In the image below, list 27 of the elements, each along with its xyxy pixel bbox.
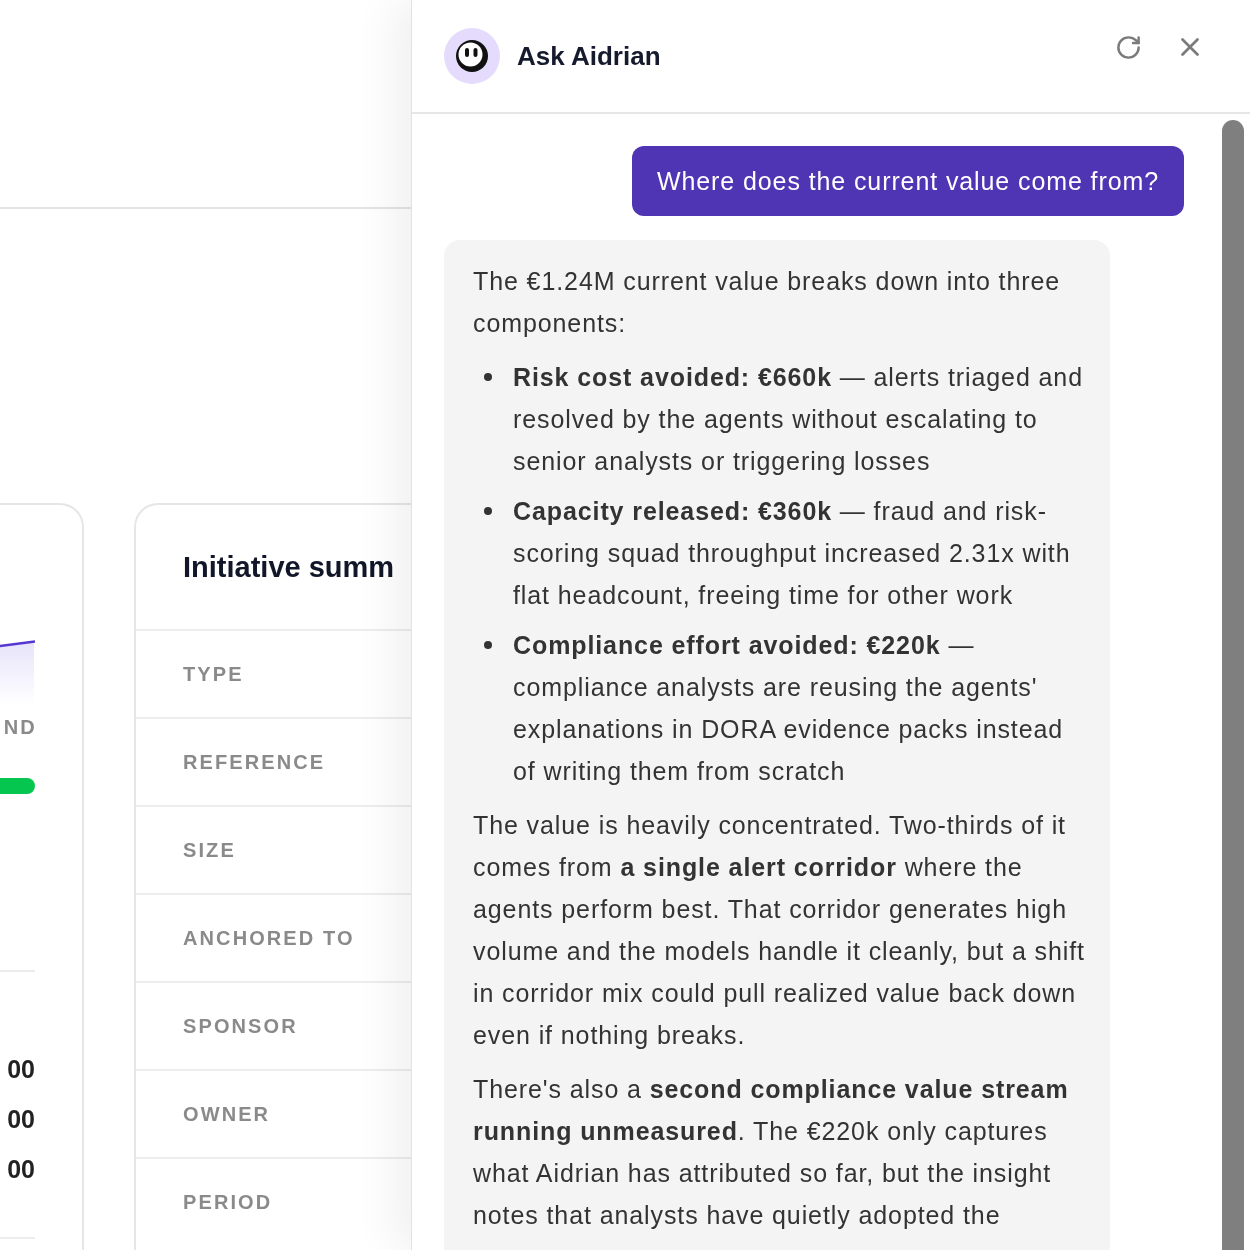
- bullet-icon: [484, 507, 492, 515]
- refresh-icon: [1114, 33, 1142, 61]
- axis-label: ND: [3, 715, 37, 739]
- list-item-text: Risk cost avoided: €660k — alerts triaged and resolved by the agents without escalating to senior analysts or triggering losses: [513, 362, 1084, 477]
- bullet-icon: [484, 641, 492, 649]
- bullet-icon: [484, 373, 492, 381]
- field-label: OWNER: [183, 1102, 271, 1126]
- field-label: PERIOD: [183, 1190, 273, 1214]
- panel-title: Ask Aidrian: [517, 40, 661, 72]
- list-item-text: Capacity released: €360k — fraud and risk-scoring squad throughput increased 2.31x with flat headcount, freeing time for other work: [513, 496, 1072, 611]
- bot-face-icon: [444, 28, 500, 84]
- message-paragraph: The value is heavily concentrated. Two-thirds of it comes from a single alert corridor where the agents perform best. That corridor generates high volume and the models handle it cleanly, but a shift in corridor mix could pull realized value back down even if nothing breaks.: [473, 810, 1086, 1051]
- list-item-text: Compliance effort avoided: €220k — compliance analysts are reusing the agents' explanations in DORA evidence packs instead of writing them from scratch: [513, 630, 1065, 787]
- card-title: Initiative summ: [183, 550, 395, 584]
- rounded-bar: [0, 778, 35, 794]
- message-paragraph: There's also a second compliance value stream running unmeasured. The €220k only captures what Aidrian has attributed so far, but the insight notes that analysts have quietly adopted the: [473, 1074, 1070, 1231]
- field-label: ANCHORED TO: [183, 926, 355, 950]
- message-paragraph: The €1.24M current value breaks down into three components:: [473, 266, 1062, 339]
- metric-value: 00: [7, 1154, 35, 1185]
- field-label: REFERENCE: [183, 750, 326, 774]
- field-label: TYPE: [183, 662, 244, 686]
- field-label: SIZE: [183, 838, 236, 862]
- metric-value: 00: [7, 1054, 35, 1085]
- scrollbar-thumb[interactable]: [1222, 120, 1244, 1250]
- metric-value: 00: [7, 1104, 35, 1135]
- field-label: SPONSOR: [183, 1014, 298, 1038]
- user-message: Where does the current value come from?: [632, 146, 1184, 216]
